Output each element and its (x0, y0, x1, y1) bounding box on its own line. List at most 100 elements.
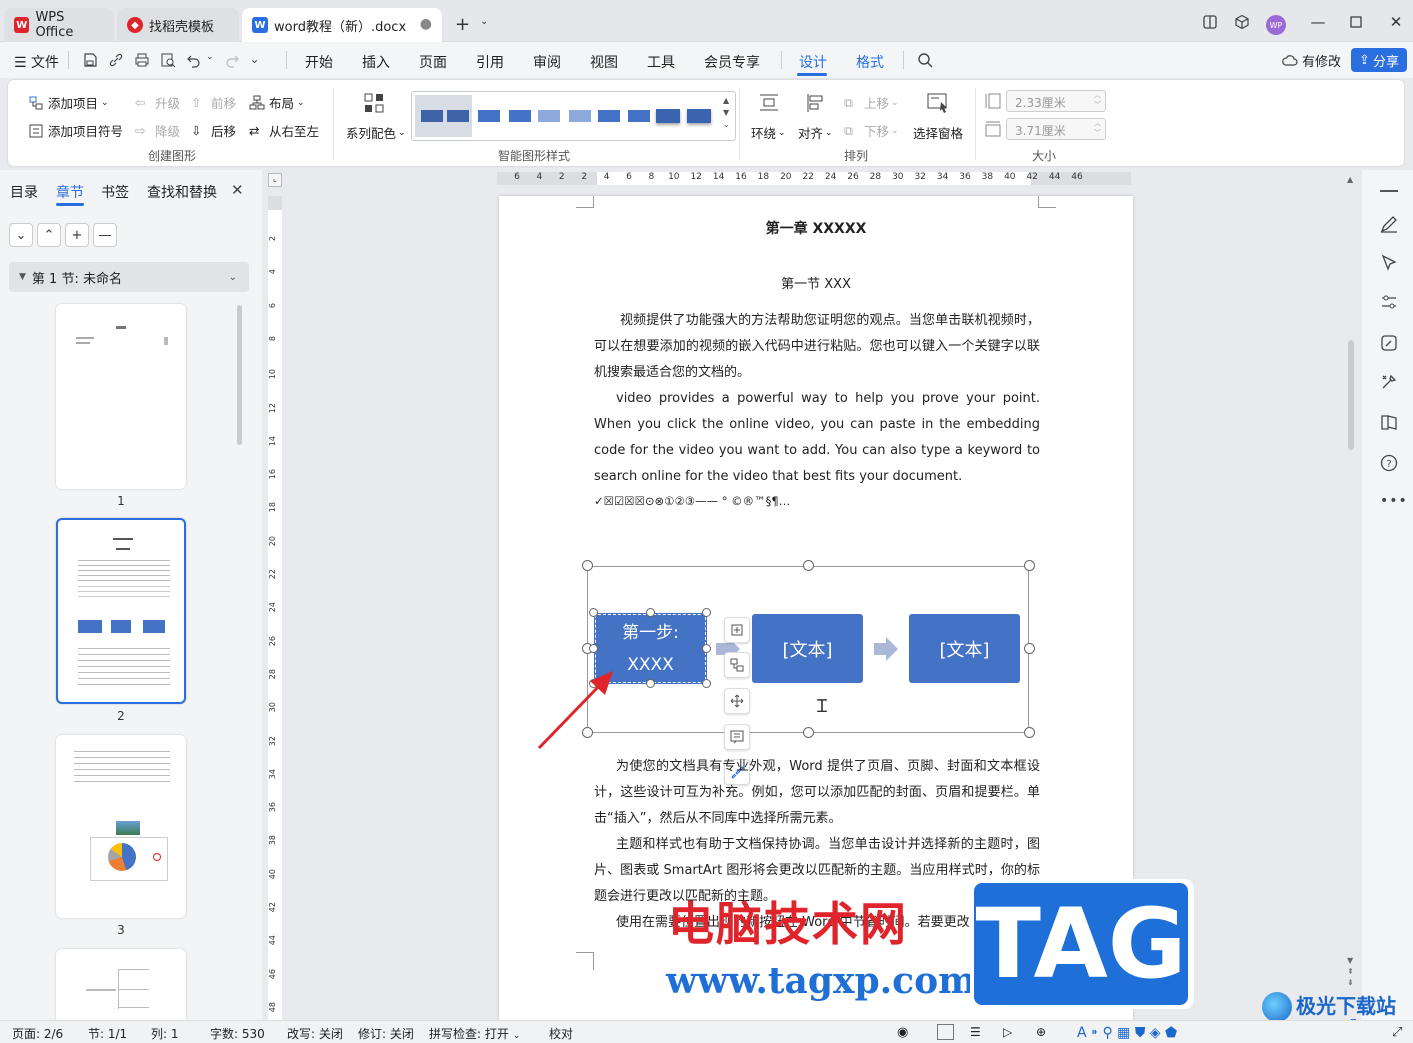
chapter-title[interactable]: 第一章 XXXXX (499, 218, 1133, 238)
resize-handle[interactable] (803, 727, 814, 738)
smartart-box-3[interactable]: [文本] (909, 614, 1020, 683)
cube-icon[interactable] (1230, 10, 1254, 34)
menu-review[interactable]: 审阅 (533, 52, 561, 72)
demote-button[interactable]: ⇨ 降级 (135, 121, 180, 140)
tab-bookmarks[interactable]: 书签 (101, 182, 129, 202)
vertical-ruler[interactable]: 2 4 6 8 10 12 14 16 18 20 22 24 26 28 30 32 34 36 38 40 42 44… (268, 196, 282, 1020)
help-icon[interactable]: ? (1379, 453, 1399, 473)
more-icon[interactable]: ••• (1380, 493, 1408, 509)
wrap-icon[interactable] (758, 92, 780, 114)
smartart-style-gallery[interactable]: ▲ ▼ ⌄ (411, 91, 736, 141)
close-panel-icon[interactable]: ✕ (231, 181, 244, 199)
width-stepper-icon[interactable]: ︿ ﹀ (1094, 118, 1101, 138)
scroll-up-icon[interactable]: ▲ (1347, 175, 1353, 184)
spell-check-status[interactable]: 拼写检查: 打开 ⌄ (429, 1025, 520, 1042)
menu-references[interactable]: 引用 (476, 52, 504, 72)
paragraph[interactable]: 视频提供了功能强大的方法帮助您证明您的观点。当您单击联机视频时，可以在想要添加的… (594, 308, 1040, 386)
print-icon[interactable] (134, 52, 150, 68)
pen-icon[interactable] (1379, 214, 1399, 234)
page-thumbnail-2[interactable] (56, 518, 186, 704)
select-arrow-icon[interactable] (1379, 253, 1399, 273)
sidebar-layout-icon[interactable] (1198, 10, 1222, 34)
tab-chapters[interactable]: 章节 (56, 182, 84, 202)
new-tab-plus-icon[interactable]: + (455, 14, 470, 35)
maximize-icon[interactable] (1344, 10, 1368, 34)
fit-screen-icon[interactable]: ⤢ (1392, 1025, 1402, 1040)
bring-forward-button[interactable]: ⧉ 上移 ⌄ (844, 93, 899, 112)
section-row[interactable]: ▼ 第 1 节: 未命名 ⌄ (9, 262, 249, 292)
menu-design[interactable]: 设计 (799, 52, 827, 72)
save-icon[interactable] (82, 52, 98, 68)
add-section-button[interactable]: + (65, 223, 89, 247)
page-status[interactable]: 页面: 2/6 (12, 1025, 63, 1042)
resize-handle[interactable] (1024, 560, 1035, 571)
height-stepper-icon[interactable]: ︿ ﹀ (1094, 90, 1101, 110)
paragraph[interactable]: video provides a powerful way to help yo… (594, 386, 1040, 490)
move-float-button[interactable] (724, 688, 750, 714)
play-icon[interactable]: ▷ (1003, 1025, 1012, 1039)
overtype-status[interactable]: 改写: 关闭 (287, 1025, 343, 1042)
input-method-icons[interactable]: A ⁍ ⚲ ▦ ⛊ ◈ ⬟ (1077, 1025, 1177, 1041)
tab-find-replace[interactable]: 查找和替换 (147, 182, 217, 202)
remove-section-button[interactable]: — (93, 223, 117, 247)
close-icon[interactable]: ✕ (1384, 10, 1408, 34)
outline-view-icon[interactable]: ☰ (970, 1025, 981, 1039)
page-nav-icons[interactable]: ▼ ⇞ ⇟ (1347, 955, 1354, 988)
promote-button[interactable]: ⇦ 升级 (135, 93, 180, 112)
section-dropdown-icon[interactable]: ⌄ (229, 272, 237, 283)
tab-list-chevron-icon[interactable]: ⌄ (480, 16, 488, 27)
unsaved-dot-icon[interactable]: ● (420, 16, 432, 32)
add-shape-float-button[interactable] (724, 617, 750, 643)
paragraph[interactable]: 为使您的文档具有专业外观，Word 提供了页眉、页脚、封面和文本框设计，这些设计… (594, 754, 1040, 832)
gallery-scroll-icon[interactable]: ▲ ▼ ⌄ (723, 95, 730, 131)
panel-scrollbar[interactable] (237, 305, 242, 445)
collapse-icon[interactable] (1380, 190, 1398, 192)
tab-wps-office[interactable]: W WPS Office (4, 8, 114, 42)
page-thumbnail-3[interactable] (56, 735, 186, 918)
send-backward-button[interactable]: ⧉ 下移 ⌄ (844, 121, 899, 140)
add-item-button[interactable]: 添加项目 ⌄ (28, 93, 109, 112)
tools-icon[interactable] (1379, 372, 1399, 392)
width-field[interactable]: 3.71厘米 (1006, 118, 1106, 140)
book-icon[interactable] (1379, 412, 1399, 432)
eye-icon[interactable]: ◉ (897, 1025, 908, 1040)
print-preview-icon[interactable] (160, 52, 176, 68)
change-layout-float-button[interactable] (724, 652, 750, 678)
link-icon[interactable] (108, 52, 124, 68)
column-status[interactable]: 列: 1 (151, 1025, 179, 1042)
undo-dropdown-icon[interactable]: ⌄ (206, 52, 214, 68)
modified-status[interactable]: 有修改 (1282, 51, 1341, 70)
add-bullet-button[interactable]: 添加项目符号 (28, 121, 123, 140)
collapse-up-button[interactable]: ⌃ (37, 223, 61, 247)
rtl-button[interactable]: ⇄ 从右至左 (249, 121, 319, 140)
web-view-icon[interactable]: ⊕ (1036, 1025, 1046, 1039)
page-thumbnail-4[interactable] (56, 949, 186, 1020)
align-icon[interactable] (805, 92, 827, 114)
redo-icon[interactable] (224, 52, 240, 68)
search-icon[interactable] (917, 52, 933, 68)
file-menu[interactable]: ☰ 文件 (14, 52, 59, 72)
word-count[interactable]: 字数: 530 (210, 1025, 265, 1042)
layout-button[interactable]: 布局 ⌄ (249, 93, 305, 112)
minimize-icon[interactable]: — (1306, 10, 1330, 34)
shape-handle[interactable] (702, 679, 711, 688)
page-thumbnail-1[interactable] (56, 304, 186, 489)
avatar[interactable]: WP (1266, 15, 1286, 35)
height-field[interactable]: 2.33厘米 (1006, 90, 1106, 112)
series-color-button[interactable]: 系列配色 ⌄ (346, 123, 406, 142)
menu-view[interactable]: 视图 (590, 52, 618, 72)
menu-insert[interactable]: 插入 (362, 52, 390, 72)
menu-member[interactable]: 会员专享 (704, 52, 760, 72)
align-button[interactable]: 对齐 ⌄ (798, 123, 833, 142)
track-changes-status[interactable]: 修订: 关闭 (358, 1025, 414, 1042)
expand-down-button[interactable]: ⌄ (9, 223, 33, 247)
shape-handle[interactable] (702, 644, 711, 653)
horizontal-ruler[interactable]: 6 4 2 2 4 6 8 10 12 14 16 18 20 22 24 26 28 30 32 34 36 38 40 4… (497, 172, 1131, 185)
selection-pane-icon[interactable] (926, 92, 950, 114)
shape-handle[interactable] (646, 608, 655, 617)
share-button[interactable]: ⇪ 分享 (1351, 48, 1407, 72)
resize-handle[interactable] (1024, 643, 1035, 654)
proofread-button[interactable]: 校对 (549, 1025, 573, 1042)
tab-document[interactable]: W word教程（新）.docx ● (242, 8, 442, 42)
text-pane-float-button[interactable] (724, 724, 750, 750)
